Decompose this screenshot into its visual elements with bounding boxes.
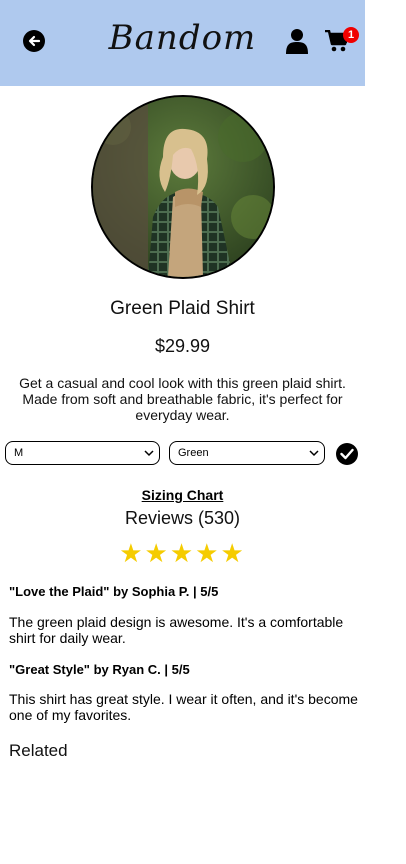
product-description: Get a casual and cool look with this gre… [19,375,346,423]
brand-logo[interactable]: Bandom [0,18,365,58]
review-heading: "Great Style" by Ryan C. | 5/5 [9,662,190,677]
review-body: This shirt has great style. I wear it of… [9,691,358,723]
review-body: The green plaid design is awesome. It's … [9,614,344,646]
color-select-value: Green [178,447,209,459]
user-icon[interactable] [286,28,308,54]
product-price: $29.99 [154,336,211,356]
check-icon [340,448,354,460]
reviews-title: Reviews (530) [124,508,241,528]
product-name: Green Plaid Shirt [110,298,255,319]
color-select[interactable]: Green [169,441,325,465]
size-select-value: M [14,447,24,459]
cart-count-badge: 1 [343,27,359,43]
chevron-down-icon [144,450,154,457]
rating-stars: ★★★★★ [119,538,246,568]
chevron-down-icon [309,450,319,457]
sizing-chart-link[interactable]: Sizing Chart [0,487,365,503]
review-heading: "Love the Plaid" by Sophia P. | 5/5 [9,584,219,599]
product-image [91,95,275,279]
header: Bandom 1 [0,0,365,86]
product-page: Bandom 1 Green Plaid Shirt $29.99 Get a … [0,0,406,864]
product-photo [93,97,273,277]
confirm-selection-button[interactable] [336,443,358,465]
related-heading: Related [9,741,68,760]
size-select[interactable]: M [5,441,160,465]
